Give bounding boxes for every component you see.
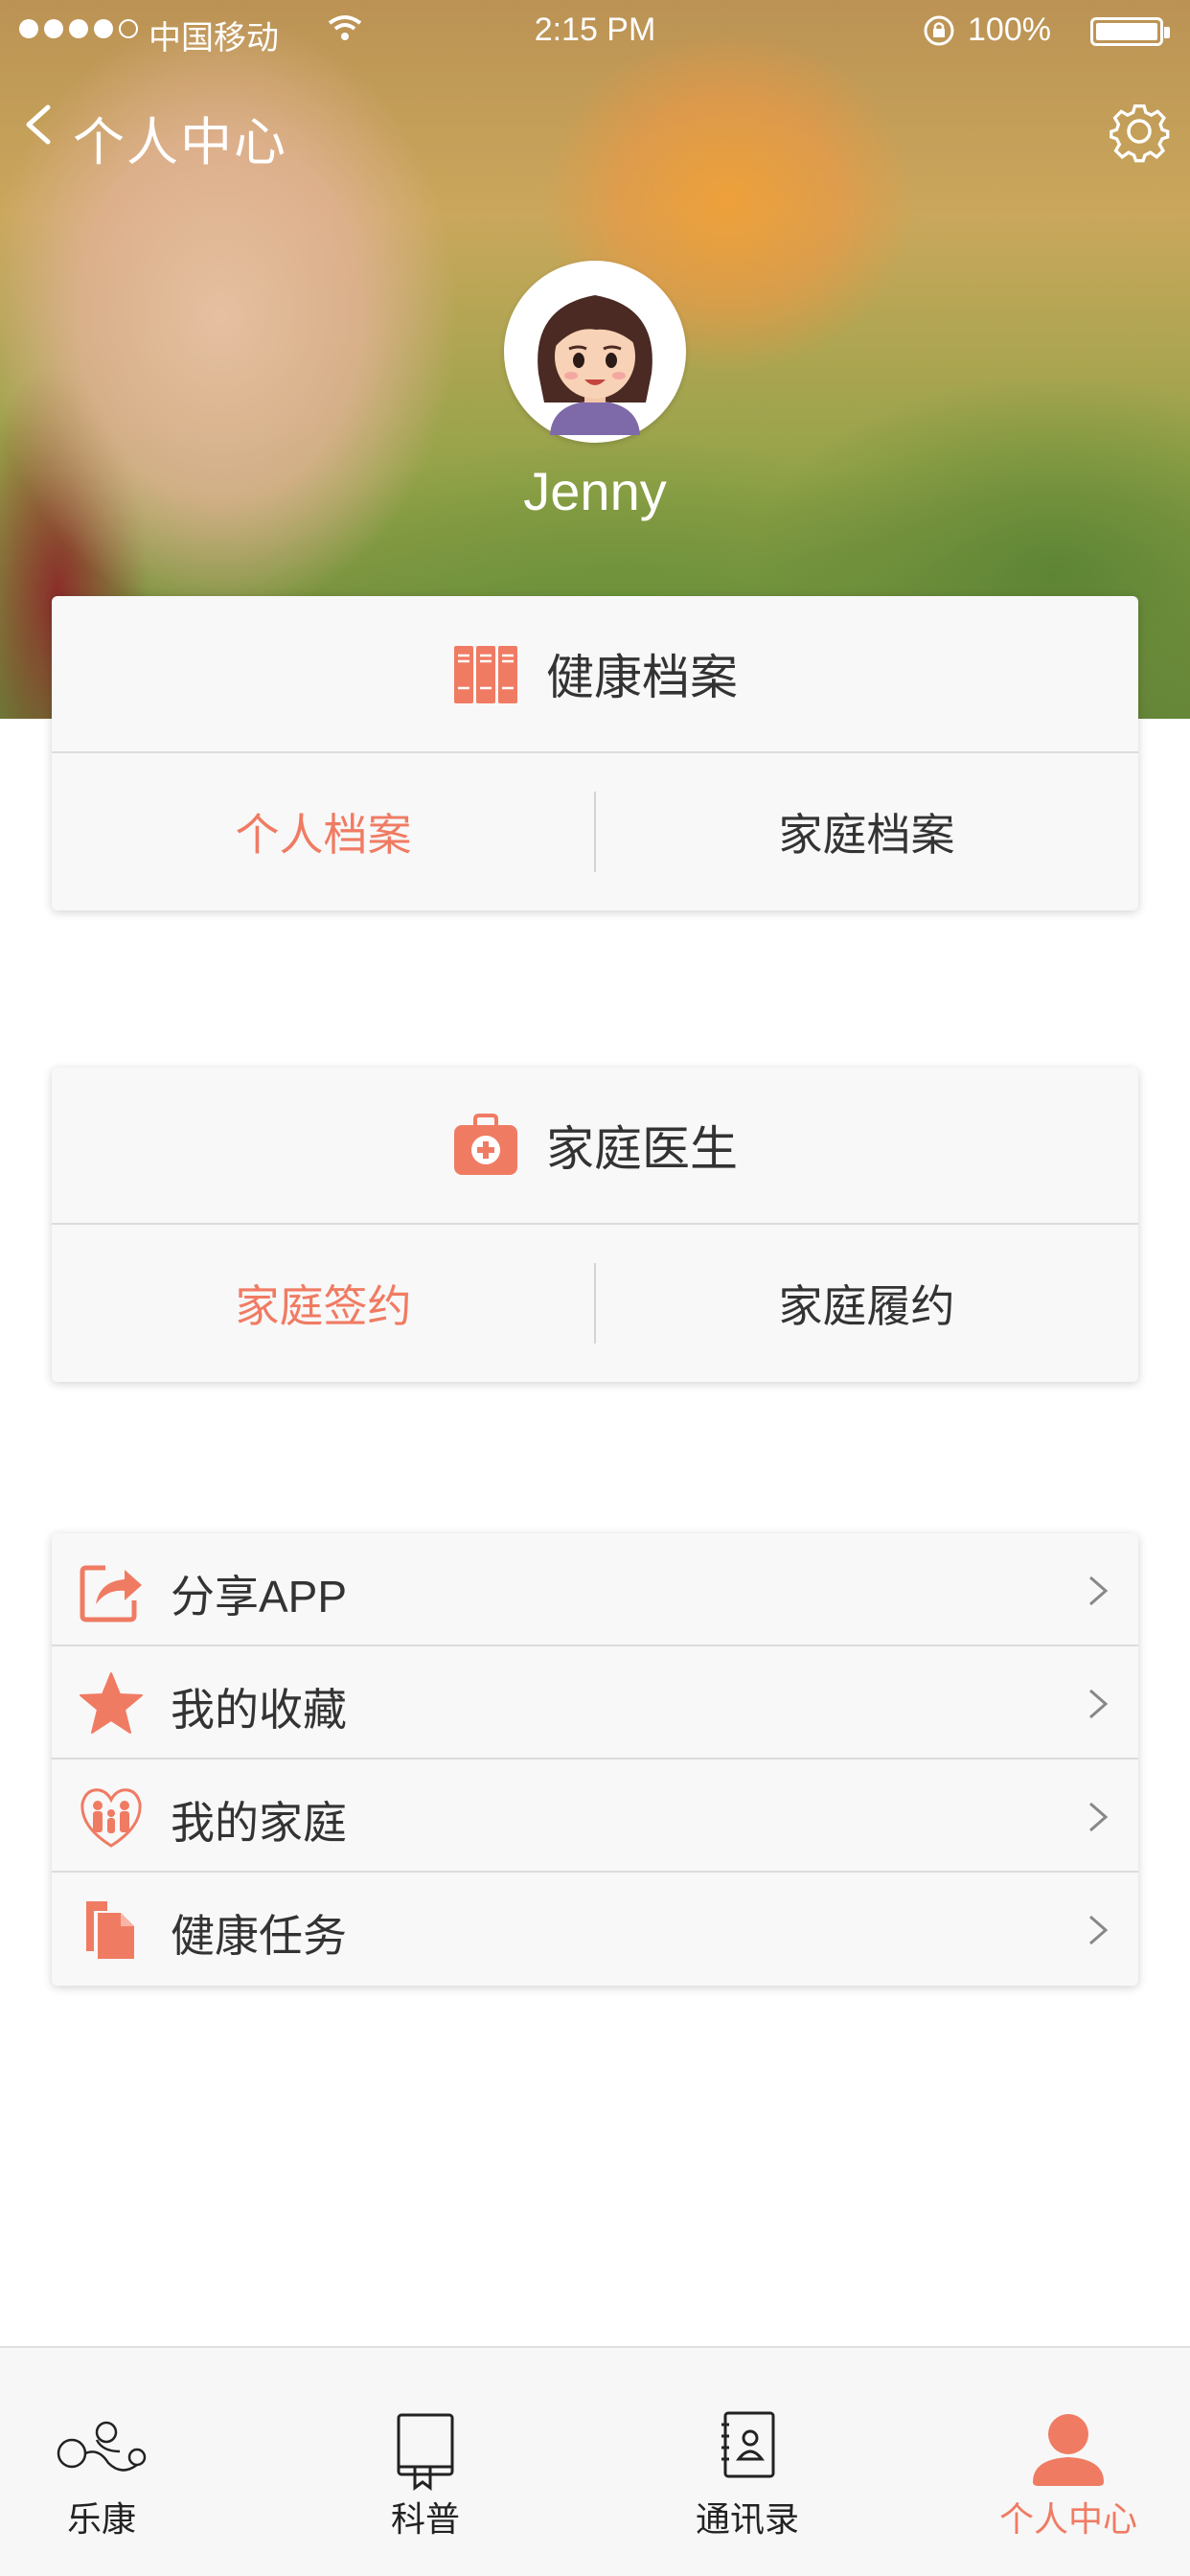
rotation-lock-icon — [924, 15, 954, 46]
tab-lekang[interactable]: 乐康 — [6, 2348, 197, 2576]
chevron-right-icon — [1089, 1689, 1109, 1719]
menu-list: 分享APP 我的收藏 我的家庭 健康任务 — [52, 1533, 1138, 1986]
book-icon — [397, 2413, 454, 2491]
family-doctor-tabs: 家庭签约 家庭履约 — [52, 1225, 1138, 1382]
tab-contacts[interactable]: 通讯录 — [652, 2348, 843, 2576]
binders-icon — [454, 646, 517, 703]
tab-personal-records[interactable]: 个人档案 — [52, 800, 595, 863]
tab-science[interactable]: 科普 — [330, 2348, 521, 2576]
tab-label: 科普 — [390, 2499, 460, 2539]
list-item-label: 分享APP — [171, 1572, 348, 1622]
tab-label: 通讯录 — [695, 2499, 799, 2539]
chevron-right-icon — [1089, 1802, 1109, 1832]
person-icon — [1033, 2414, 1104, 2486]
list-item-label: 我的收藏 — [171, 1685, 347, 1735]
back-chevron-icon[interactable] — [19, 96, 57, 153]
documents-icon — [86, 1901, 134, 1959]
medical-kit-icon — [454, 1114, 517, 1175]
family-icon — [80, 1788, 142, 1848]
list-item-label: 我的家庭 — [171, 1798, 347, 1848]
list-item-my-family[interactable]: 我的家庭 — [52, 1760, 1138, 1873]
page-title: 个人中心 — [73, 114, 287, 172]
list-item-share-app[interactable]: 分享APP — [52, 1533, 1138, 1646]
list-item-label: 健康任务 — [171, 1911, 347, 1961]
avatar-illustration — [512, 268, 678, 435]
status-bar: 中国移动 2:15 PM 100% — [0, 0, 1190, 61]
tab-family-records[interactable]: 家庭档案 — [595, 800, 1138, 863]
health-records-header: 健康档案 — [52, 596, 1138, 753]
health-records-card: 健康档案 个人档案 家庭档案 — [52, 596, 1138, 910]
tab-bar: 乐康 科普 通讯录 个人中心 — [0, 2346, 1190, 2576]
tab-divider — [594, 1263, 596, 1344]
chevron-right-icon — [1089, 1576, 1109, 1606]
star-icon — [80, 1672, 143, 1734]
family-doctor-header: 家庭医生 — [52, 1068, 1138, 1225]
tab-label: 乐康 — [66, 2499, 136, 2539]
health-records-title: 健康档案 — [546, 651, 738, 704]
battery-icon — [1090, 17, 1170, 46]
avatar[interactable] — [504, 261, 686, 443]
tab-family-fulfillment[interactable]: 家庭履约 — [595, 1272, 1138, 1335]
tab-family-signing[interactable]: 家庭签约 — [52, 1272, 595, 1335]
tab-divider — [594, 792, 596, 872]
tab-label: 个人中心 — [998, 2499, 1137, 2539]
family-doctor-card: 家庭医生 家庭签约 家庭履约 — [52, 1068, 1138, 1382]
list-item-health-tasks[interactable]: 健康任务 — [52, 1873, 1138, 1986]
share-icon — [80, 1565, 142, 1622]
health-records-tabs: 个人档案 家庭档案 — [52, 753, 1138, 910]
battery-percentage: 100% — [968, 12, 1051, 48]
contacts-icon — [721, 2411, 775, 2478]
family-doctor-title: 家庭医生 — [546, 1122, 738, 1176]
username: Jenny — [523, 461, 667, 521]
chevron-right-icon — [1089, 1915, 1109, 1945]
gear-icon[interactable] — [1108, 100, 1171, 163]
tab-personal-center[interactable]: 个人中心 — [973, 2348, 1164, 2576]
lekang-icon — [57, 2421, 147, 2472]
list-item-favorites[interactable]: 我的收藏 — [52, 1646, 1138, 1760]
